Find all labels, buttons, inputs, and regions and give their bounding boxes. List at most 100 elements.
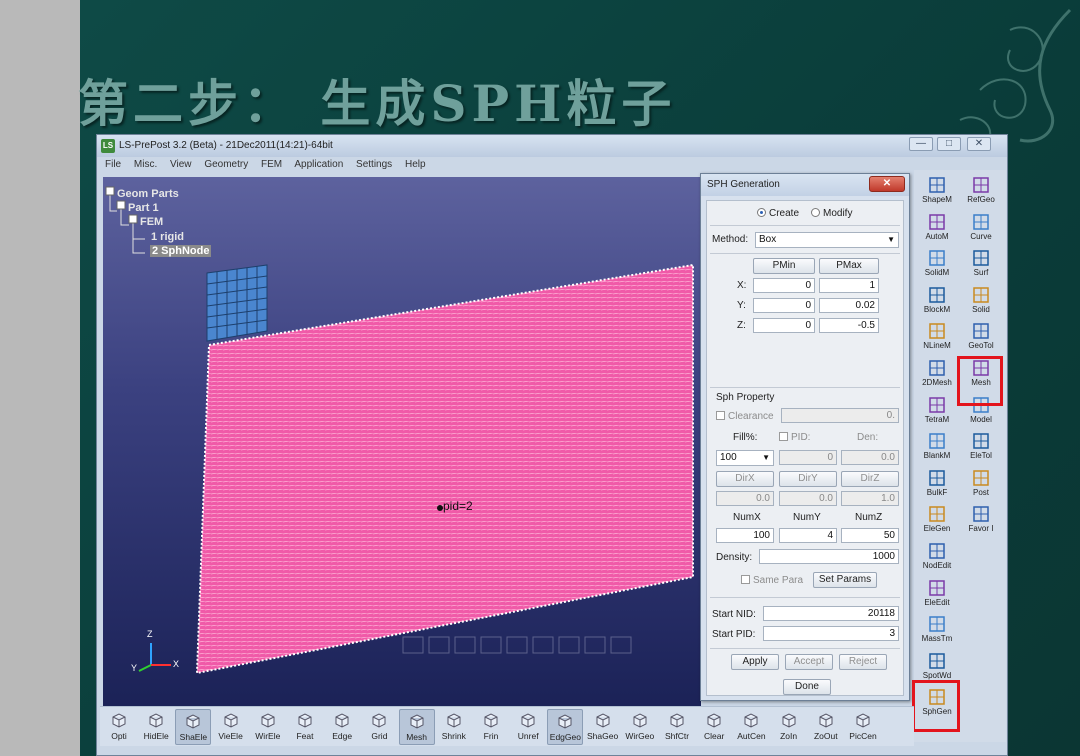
toolbar-shfctr[interactable]: ShfCtr	[659, 709, 695, 745]
tool-shapem[interactable]: ShapeM	[916, 174, 958, 211]
tool-label: AutoM	[925, 231, 949, 241]
graphics-viewport[interactable]: Geom Parts Part 1 FEM 1 rigid 2 SphNode	[103, 177, 701, 707]
method-select[interactable]: Box ▼	[755, 232, 899, 248]
pid-input[interactable]: 0	[779, 450, 837, 465]
geotol-icon	[973, 323, 989, 340]
fill-select[interactable]: 100 ▼	[716, 450, 774, 466]
toolbar-zoout[interactable]: ZoOut	[808, 709, 844, 745]
menu-fem[interactable]: FEM	[261, 159, 282, 170]
dirx-input[interactable]: 0.0	[716, 491, 774, 506]
dirz-input[interactable]: 1.0	[841, 491, 899, 506]
tool-masstm[interactable]: MassTm	[916, 613, 958, 650]
toolbar-opti[interactable]: Opti	[101, 709, 137, 745]
clearance-input[interactable]: 0.	[781, 408, 899, 423]
tool-geotol[interactable]: GeoTol	[960, 320, 1002, 357]
clearance-checkbox[interactable]: Clearance	[716, 411, 774, 422]
start-nid-input[interactable]: 20118	[763, 606, 899, 621]
pmax-button[interactable]: PMax	[819, 258, 879, 274]
diry-button[interactable]: DirY	[779, 471, 837, 487]
toolbar-unref[interactable]: Unref	[510, 709, 546, 745]
z-min-input[interactable]: 0	[753, 318, 815, 333]
toolbar-piccen[interactable]: PicCen	[845, 709, 881, 745]
tool-curve[interactable]: Curve	[960, 211, 1002, 248]
tool-nlinem[interactable]: NLineM	[916, 320, 958, 357]
pmin-button[interactable]: PMin	[753, 258, 815, 274]
maximize-button[interactable]: □	[937, 137, 961, 151]
tool-label: RefGeo	[967, 195, 995, 204]
pid-checkbox[interactable]: PID:	[779, 432, 810, 443]
tool-tetram[interactable]: TetraM	[916, 394, 958, 431]
toolbar-wirgeo[interactable]: WirGeo	[622, 709, 658, 745]
tool-favor-i[interactable]: Favor I	[960, 503, 1002, 540]
tool-bulkf[interactable]: BulkF	[916, 467, 958, 504]
diry-input[interactable]: 0.0	[779, 491, 837, 506]
numy-input[interactable]: 4	[779, 528, 837, 543]
elegen-icon	[929, 506, 945, 523]
y-max-input[interactable]: 0.02	[819, 298, 879, 313]
set-params-button[interactable]: Set Params	[813, 572, 877, 588]
toolbar-mesh[interactable]: Mesh	[398, 709, 435, 745]
tool-post[interactable]: Post	[960, 467, 1002, 504]
toolbar-vieele[interactable]: VieEle	[213, 709, 249, 745]
numz-input[interactable]: 50	[841, 528, 899, 543]
menu-help[interactable]: Help	[405, 159, 426, 170]
menu-view[interactable]: View	[170, 159, 192, 170]
menu-application[interactable]: Application	[294, 159, 343, 170]
toolbar-label: HidEle	[143, 731, 169, 741]
tool-eletol[interactable]: EleTol	[960, 430, 1002, 467]
density-input[interactable]: 1000	[759, 549, 899, 564]
numx-input[interactable]: 100	[716, 528, 774, 543]
toolbar-zoin[interactable]: ZoIn	[771, 709, 807, 745]
tool-solid[interactable]: Solid	[960, 284, 1002, 321]
den-input[interactable]: 0.0	[841, 450, 899, 465]
tool-eleedit[interactable]: EleEdit	[916, 577, 958, 614]
toolbar-edge[interactable]: Edge	[324, 709, 360, 745]
tool-surf[interactable]: Surf	[960, 247, 1002, 284]
vieele-icon	[224, 713, 238, 728]
fill-value: 100	[720, 452, 737, 463]
toolbar-shageo[interactable]: ShaGeo	[585, 709, 621, 745]
accept-button[interactable]: Accept	[785, 654, 833, 670]
dialog-close-button[interactable]: ✕	[869, 176, 905, 192]
create-radio[interactable]: Create	[757, 208, 799, 219]
x-max-input[interactable]: 1	[819, 278, 879, 293]
start-pid-input[interactable]: 3	[763, 626, 899, 641]
tool-refgeo[interactable]: RefGeo	[960, 174, 1002, 211]
toolbar-grid[interactable]: Grid	[361, 709, 397, 745]
tool-label: Post	[972, 487, 989, 497]
y-min-input[interactable]: 0	[753, 298, 815, 313]
tool-2dmesh[interactable]: 2DMesh	[916, 357, 958, 394]
menu-geometry[interactable]: Geometry	[204, 159, 248, 170]
close-window-button[interactable]: ✕	[967, 137, 991, 151]
menu-misc[interactable]: Misc.	[134, 159, 157, 170]
toolbar-shrink[interactable]: Shrink	[436, 709, 472, 745]
x-min-input[interactable]: 0	[753, 278, 815, 293]
tool-solidm[interactable]: SolidM	[916, 247, 958, 284]
toolbar-frin[interactable]: Frin	[473, 709, 509, 745]
tool-autom[interactable]: AutoM	[916, 211, 958, 248]
tool-nodedit[interactable]: NodEdit	[916, 540, 958, 577]
tool-elegen[interactable]: EleGen	[916, 503, 958, 540]
toolbar-label: ShaGeo	[586, 731, 619, 741]
reject-button[interactable]: Reject	[839, 654, 887, 670]
dirx-button[interactable]: DirX	[716, 471, 774, 487]
done-button[interactable]: Done	[783, 679, 831, 695]
toolbar-wirele[interactable]: WirEle	[250, 709, 286, 745]
modify-radio[interactable]: Modify	[811, 208, 852, 219]
tool-blockm[interactable]: BlockM	[916, 284, 958, 321]
method-label: Method:	[712, 234, 749, 245]
menu-settings[interactable]: Settings	[356, 159, 392, 170]
toolbar-clear[interactable]: Clear	[696, 709, 732, 745]
toolbar-feat[interactable]: Feat	[287, 709, 323, 745]
z-max-input[interactable]: -0.5	[819, 318, 879, 333]
same-para-checkbox[interactable]: Same Para	[741, 575, 803, 586]
toolbar-edggeo[interactable]: EdgGeo	[547, 709, 584, 745]
tool-blankm[interactable]: BlankM	[916, 430, 958, 467]
dirz-button[interactable]: DirZ	[841, 471, 899, 487]
toolbar-autcen[interactable]: AutCen	[733, 709, 769, 745]
minimize-button[interactable]: —	[909, 137, 933, 151]
apply-button[interactable]: Apply	[731, 654, 779, 670]
toolbar-hidele[interactable]: HidEle	[138, 709, 174, 745]
toolbar-shaele[interactable]: ShaEle	[175, 709, 212, 745]
menu-file[interactable]: File	[105, 159, 121, 170]
